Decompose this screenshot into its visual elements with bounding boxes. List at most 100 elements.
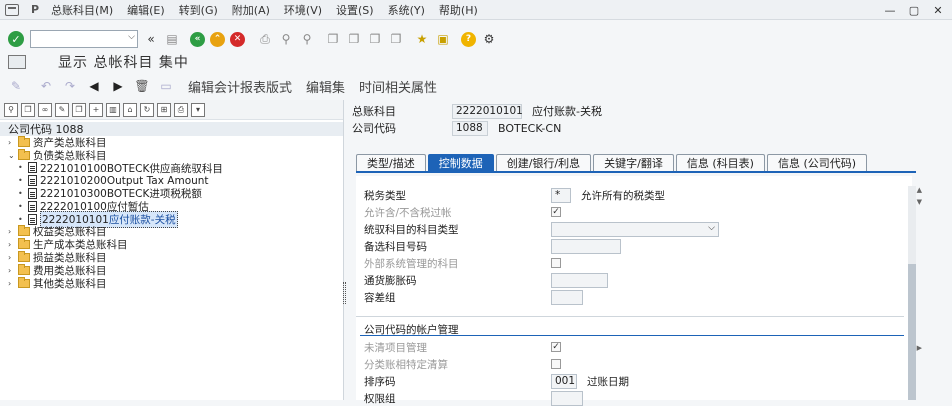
tab-4[interactable]: 信息 (科目表) <box>675 154 765 171</box>
page-title: 显示 总帐科目 集中 <box>58 55 189 71</box>
close-window-icon[interactable]: ✕ <box>930 2 946 18</box>
group-separator <box>356 316 904 317</box>
collapsed-arrow-icon[interactable]: › <box>8 240 18 249</box>
binoculars-icon[interactable]: ⚲ <box>4 102 18 117</box>
tab-0[interactable]: 类型/描述 <box>356 154 426 171</box>
account-management-underline <box>360 335 904 336</box>
recon-type-select[interactable]: ⌵ <box>551 221 719 237</box>
navigation-tree-panel: ⚲ ❐ ∞ ✎ ❐ + ▥ ⌂ ↻ ⊞ ⎙ ▾ 公司代码 1088 › 资产类总账… <box>0 100 344 400</box>
title-bar: 显示 总帐科目 集中 <box>0 50 952 74</box>
hierarchy-icon[interactable]: ⌂ <box>123 102 137 117</box>
gl-account-tree: › 资产类总账科目 ⌄ 负债类总账科目 • 2221010100BOTECK供应商统驭科目… <box>0 135 343 290</box>
edit-report-layout-button[interactable]: 编辑会计报表版式 <box>188 77 292 96</box>
company-code-value: 1088 <box>452 120 488 136</box>
edit-set-button[interactable]: 编辑集 <box>306 77 345 96</box>
pencil-icon[interactable]: ✎ <box>55 102 69 117</box>
menu-item-7[interactable]: 帮助(H) <box>439 2 478 18</box>
find-next-icon[interactable]: ⚲ <box>299 31 315 47</box>
menu-item-2[interactable]: 转到(G) <box>179 2 218 18</box>
double-left-icon[interactable]: « <box>143 31 159 47</box>
help-icon[interactable]: ? <box>461 31 476 47</box>
back-icon[interactable]: « <box>190 31 205 47</box>
last-page-icon[interactable]: ❐ <box>388 31 404 47</box>
ledger-specific-checkbox[interactable] <box>551 359 561 369</box>
delete-icon[interactable]: 🗑 <box>134 78 150 94</box>
ext-managed-checkbox[interactable] <box>551 258 561 268</box>
copy-icon[interactable]: ▭ <box>158 78 174 94</box>
tab-1[interactable]: 控制数据 <box>427 154 494 171</box>
panel-splitter[interactable] <box>343 282 346 304</box>
find-icon[interactable]: ⚲ <box>278 31 294 47</box>
cancel-icon[interactable]: ✕ <box>230 31 245 47</box>
print-tree-icon[interactable]: ⎙ <box>174 102 188 117</box>
scroll-right-icon[interactable]: ▶ <box>917 344 922 352</box>
next-arrow-icon[interactable]: ▶ <box>110 78 126 94</box>
redo-icon[interactable]: ↷ <box>62 78 78 94</box>
tax-category-input[interactable]: * <box>551 187 571 203</box>
menu-item-0[interactable]: 总账科目(M) <box>51 2 113 18</box>
time-dependent-attributes-button[interactable]: 时间相关属性 <box>359 77 437 96</box>
scrollbar-thumb[interactable] <box>908 264 916 400</box>
inflation-key-input[interactable] <box>551 272 608 288</box>
expand-icon[interactable]: ⊞ <box>157 102 171 117</box>
trash-icon[interactable]: ▥ <box>106 102 120 117</box>
expanded-arrow-icon[interactable]: ⌄ <box>8 151 18 160</box>
create-icon[interactable]: + <box>89 102 103 117</box>
menu-item-6[interactable]: 系统(Y) <box>388 2 425 18</box>
tab-2[interactable]: 创建/银行/利息 <box>495 154 592 171</box>
open-item-checkbox[interactable]: ✓ <box>551 342 561 352</box>
new-session-icon[interactable]: ★ <box>414 31 430 47</box>
display-change-icon[interactable]: ✎ <box>8 78 24 94</box>
scroll-up-icon[interactable]: ▲ <box>917 186 922 194</box>
settings-gear-icon[interactable]: ⚙ <box>481 31 497 47</box>
tax-category-row: 税务类型 * 允许所有的税类型 <box>364 187 665 203</box>
tree-account-node[interactable]: • 2221010100BOTECK供应商统驭科目 <box>8 162 343 175</box>
tab-5[interactable]: 信息 (公司代码) <box>766 154 868 171</box>
chevron-down-icon[interactable]: ⌵ <box>708 223 715 233</box>
folder-icon <box>18 148 30 160</box>
tree-folder-node[interactable]: › 其他类总账科目 <box>8 276 343 290</box>
collapsed-arrow-icon[interactable]: › <box>8 138 18 147</box>
tolerance-group-input[interactable] <box>551 289 583 305</box>
bullet-icon: • <box>18 163 23 173</box>
chevron-down-icon[interactable]: ⌵ <box>128 32 135 42</box>
sap-p-icon[interactable]: P <box>31 3 39 16</box>
new-doc-icon[interactable]: ❐ <box>21 102 35 117</box>
previous-arrow-icon[interactable]: ◀ <box>86 78 102 94</box>
collapsed-arrow-icon[interactable]: › <box>8 253 18 262</box>
dropdown-arrow-icon[interactable]: ▾ <box>191 102 205 117</box>
tax-not-required-checkbox[interactable]: ✓ <box>551 207 561 217</box>
system-menu-icon[interactable] <box>5 3 19 16</box>
command-field[interactable]: ⌵ <box>30 30 138 48</box>
collapsed-arrow-icon[interactable]: › <box>8 227 18 236</box>
collapsed-arrow-icon[interactable]: › <box>8 266 18 275</box>
maximize-icon[interactable]: ▢ <box>906 2 922 18</box>
bullet-icon: • <box>18 201 23 211</box>
glasses-icon[interactable]: ∞ <box>38 102 52 117</box>
copy-doc-icon[interactable]: ❐ <box>72 102 86 117</box>
minimize-icon[interactable]: — <box>882 2 898 18</box>
scroll-down-icon[interactable]: ▼ <box>917 198 922 206</box>
menu-item-4[interactable]: 环境(V) <box>284 2 322 18</box>
print-icon[interactable]: ⎙ <box>257 31 273 47</box>
next-page-icon[interactable]: ❐ <box>367 31 383 47</box>
previous-page-icon[interactable]: ❐ <box>346 31 362 47</box>
menu-item-3[interactable]: 附加(A) <box>232 2 270 18</box>
refresh-icon[interactable]: ↻ <box>140 102 154 117</box>
menu-item-1[interactable]: 编辑(E) <box>127 2 165 18</box>
first-page-icon[interactable]: ❐ <box>325 31 341 47</box>
shortcut-icon[interactable]: ▣ <box>435 31 451 47</box>
tab-3[interactable]: 关键字/翻译 <box>593 154 674 171</box>
auth-group-input[interactable] <box>551 390 583 406</box>
folder-icon <box>18 135 30 147</box>
collapsed-arrow-icon[interactable]: › <box>8 279 18 288</box>
exit-icon[interactable]: ⌃ <box>210 31 225 47</box>
content-scrollbar[interactable] <box>908 186 916 400</box>
undo-icon[interactable]: ↶ <box>38 78 54 94</box>
save-icon[interactable]: ▤ <box>164 31 180 47</box>
alt-account-input[interactable] <box>551 238 621 254</box>
sort-key-input[interactable]: 001 <box>551 373 577 389</box>
folder-icon <box>18 276 30 288</box>
menu-item-5[interactable]: 设置(S) <box>336 2 374 18</box>
enter-check-icon[interactable]: ✓ <box>8 31 24 47</box>
